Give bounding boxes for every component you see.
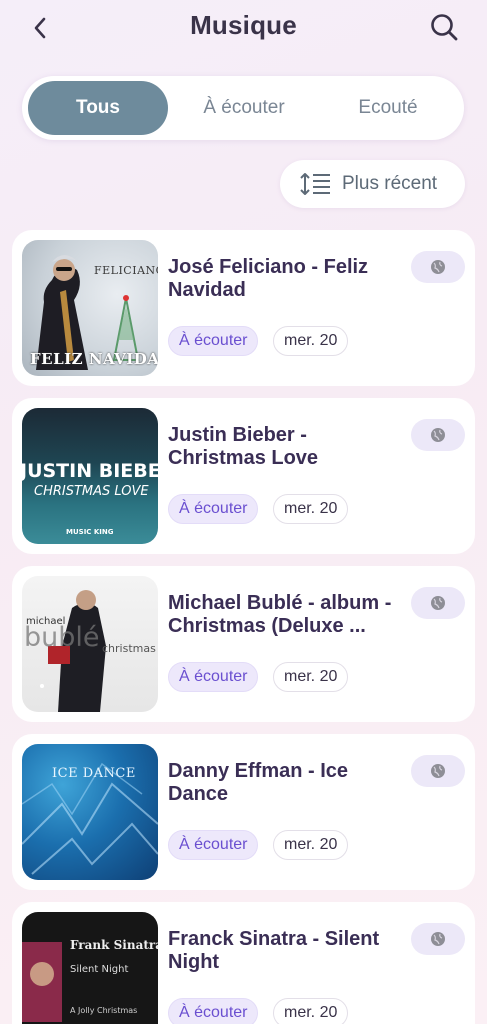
- list-item[interactable]: ICE DANCE Danny Effman - Ice Dance À éco…: [12, 734, 475, 890]
- sort-label: Plus récent: [342, 173, 438, 194]
- globe-button[interactable]: [411, 755, 465, 787]
- filter-tabs: Tous À écouter Ecouté: [22, 76, 464, 140]
- cover-text: MUSIC KING: [66, 528, 114, 536]
- globe-icon: [431, 428, 445, 442]
- globe-button[interactable]: [411, 419, 465, 451]
- cover-text: CHRISTMAS LOVE: [34, 484, 149, 499]
- cover-text: Silent Night: [70, 964, 129, 975]
- status-badge: À écouter: [168, 998, 259, 1024]
- album-cover: FELICIANO FELIZ NAVIDAD: [22, 240, 158, 376]
- tab-to-listen[interactable]: À écouter: [172, 81, 316, 135]
- item-title: Danny Effman - Ice Dance: [168, 760, 349, 805]
- sort-lines-icon: [300, 173, 330, 195]
- tab-all[interactable]: Tous: [28, 81, 168, 135]
- date-badge: mer. 20: [273, 662, 349, 692]
- album-cover: JUSTIN BIEBER CHRISTMAS LOVE MUSIC KING: [22, 408, 158, 544]
- list-item[interactable]: FELICIANO FELIZ NAVIDAD José Feliciano -…: [12, 230, 475, 386]
- cover-text: ICE DANCE: [52, 766, 136, 781]
- status-badge: À écouter: [168, 830, 259, 860]
- list-item[interactable]: Frank Sinatra Silent Night A Jolly Chris…: [12, 902, 475, 1024]
- cover-text: FELICIANO: [94, 264, 158, 277]
- list-item[interactable]: JUSTIN BIEBER CHRISTMAS LOVE MUSIC KING …: [12, 398, 475, 554]
- cover-text: bublé: [24, 622, 100, 653]
- cover-text: JUSTIN BIEBER: [22, 460, 158, 482]
- cover-text: christmas: [102, 642, 156, 655]
- globe-icon: [431, 260, 445, 274]
- status-badge: À écouter: [168, 494, 259, 524]
- top-app-bar: Musique: [0, 0, 487, 56]
- page-title: Musique: [190, 10, 297, 40]
- globe-icon: [431, 932, 445, 946]
- sort-button[interactable]: Plus récent: [280, 160, 465, 208]
- globe-button[interactable]: [411, 923, 465, 955]
- item-title: Michael Bublé - album - Christmas (Delux…: [168, 592, 392, 637]
- tab-listened[interactable]: Ecouté: [318, 81, 458, 135]
- status-badge: À écouter: [168, 662, 259, 692]
- cover-text: FELIZ NAVIDAD: [30, 350, 158, 368]
- globe-icon: [431, 596, 445, 610]
- item-title: Franck Sinatra - Silent Night: [168, 928, 380, 973]
- globe-button[interactable]: [411, 587, 465, 619]
- globe-button[interactable]: [411, 251, 465, 283]
- date-badge: mer. 20: [273, 830, 349, 860]
- album-cover: ICE DANCE: [22, 744, 158, 880]
- album-cover: michael bublé christmas: [22, 576, 158, 712]
- album-cover: Frank Sinatra Silent Night A Jolly Chris…: [22, 912, 158, 1024]
- search-icon: [431, 14, 458, 41]
- item-title: José Feliciano - Feliz Navidad: [168, 256, 369, 301]
- date-badge: mer. 20: [273, 494, 349, 524]
- status-badge: À écouter: [168, 326, 259, 356]
- date-badge: mer. 20: [273, 326, 349, 356]
- item-title: Justin Bieber - Christmas Love: [168, 424, 319, 469]
- globe-icon: [431, 764, 445, 778]
- list-item[interactable]: michael bublé christmas Michael Bublé - …: [12, 566, 475, 722]
- cover-text: Frank Sinatra: [70, 938, 158, 952]
- search-button[interactable]: [427, 10, 461, 44]
- cover-text: A Jolly Christmas: [70, 1006, 138, 1015]
- date-badge: mer. 20: [273, 998, 349, 1024]
